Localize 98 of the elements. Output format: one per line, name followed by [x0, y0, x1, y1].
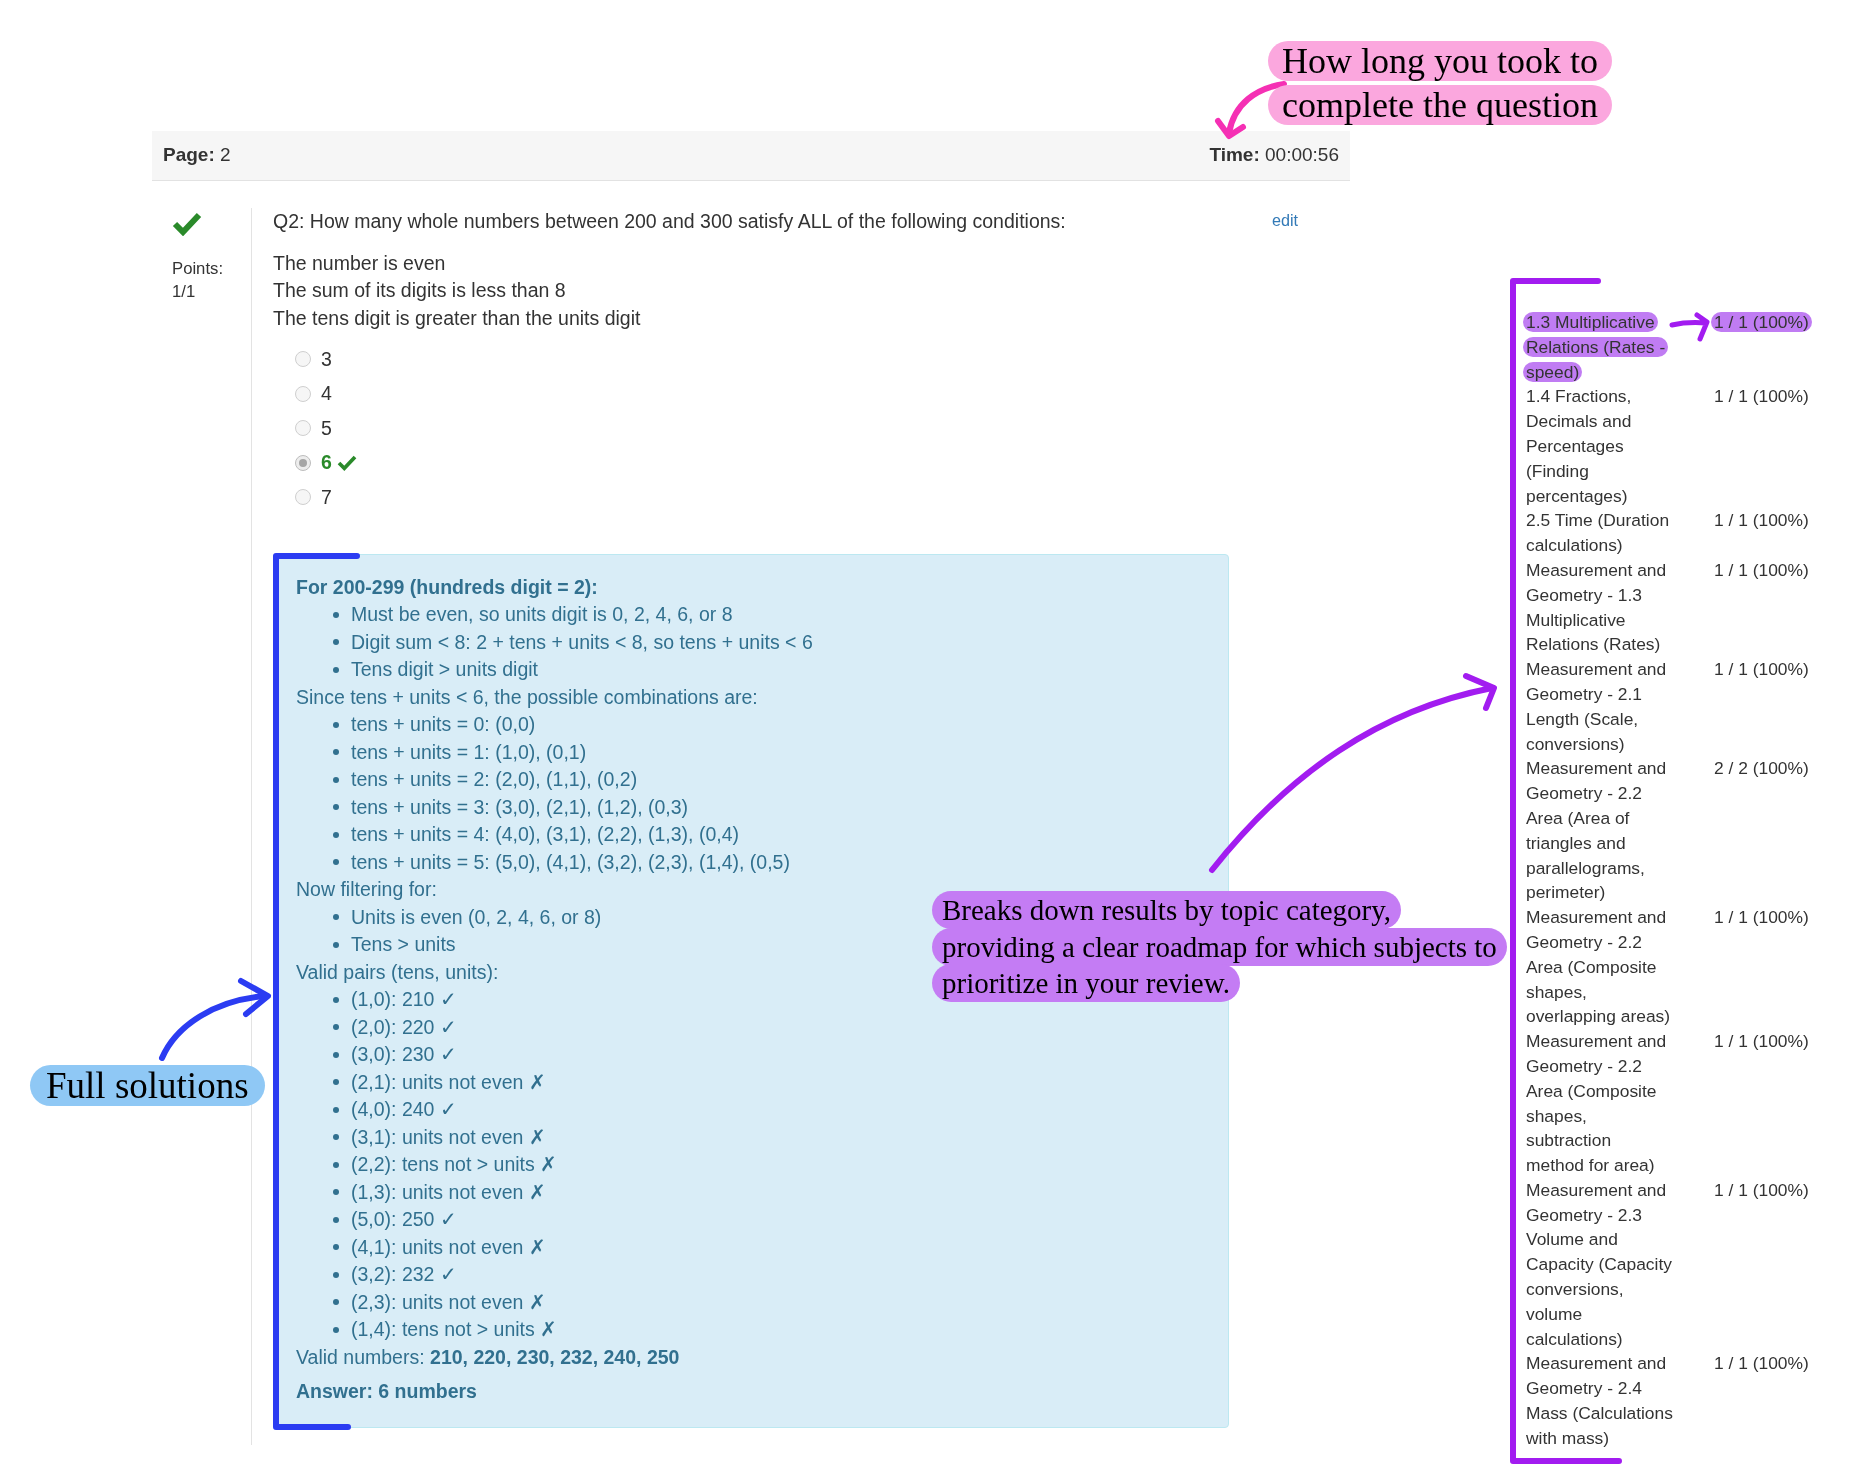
solution-step: tens + units = 4: (4,0), (3,1), (2,2), (1,3), (0,4)	[351, 821, 739, 849]
solution-answer: Answer: 6 numbers	[296, 1378, 477, 1404]
topic-name: 1.4 Fractions, Decimals and Percentages (Finding percentages)	[1525, 385, 1633, 508]
bullet-icon	[333, 1051, 339, 1058]
solution-step: tens + units = 1: (1,0), (0,1)	[351, 738, 587, 766]
bullet-icon	[333, 1326, 339, 1333]
annotation-note: How long you took to complete the question	[1268, 40, 1612, 127]
condition-text: The tens digit is greater than the units digit	[273, 305, 641, 331]
bullet-icon	[333, 941, 339, 948]
question-title: Q2: How many whole numbers between 200 and 300 satisfy ALL of the following conditions:	[273, 209, 1066, 234]
bullet-icon	[333, 1244, 339, 1251]
solution-step: tens + units = 5: (5,0), (4,1), (3,2), (2,3), (1,4), (0,5)	[351, 848, 790, 876]
solution-step: (3,0): 230 ✓	[351, 1041, 457, 1069]
bullet-icon	[333, 776, 339, 783]
bullet-icon	[333, 1134, 339, 1141]
solution-step: Units is even (0, 2, 4, 6, or 8)	[351, 903, 602, 931]
topic-score: 1 / 1 (100%)	[1713, 510, 1810, 531]
solution-step: (2,2): tens not > units ✗	[351, 1151, 558, 1179]
bullet-icon	[333, 749, 339, 756]
bullet-icon	[333, 611, 339, 618]
option-label: 5	[321, 415, 332, 441]
topic-name: Measurement and Geometry - 2.3 Volume and Capacity (Capacity conversions, volume calculations)	[1525, 1178, 1673, 1351]
points-label: Points:	[172, 258, 224, 280]
bullet-icon	[333, 1161, 339, 1168]
topic-score: 1 / 1 (100%)	[1713, 659, 1810, 680]
topic-score: 1 / 1 (100%)	[1713, 386, 1810, 407]
topic-name: Measurement and Geometry - 2.2 Area (Area of triangles and parallelograms, perimeter)	[1525, 757, 1668, 905]
solution-step: Tens > units	[351, 931, 456, 959]
solution-step: Digit sum < 8: 2 + tens + units < 8, so tens + units < 6	[351, 628, 813, 656]
bullet-icon	[333, 914, 339, 921]
bullet-icon	[333, 1216, 339, 1223]
topic-score: 1 / 1 (100%)	[1713, 1031, 1810, 1052]
solution-text: Valid numbers: 210, 220, 230, 232, 240, 250	[296, 1344, 680, 1370]
bullet-icon	[333, 1024, 339, 1031]
solution-step: (4,1): units not even ✗	[351, 1233, 546, 1261]
topic-score: 1 / 1 (100%)	[1713, 559, 1810, 580]
solution-step: tens + units = 0: (0,0)	[351, 711, 536, 739]
solution-step: (2,0): 220 ✓	[351, 1013, 457, 1041]
topic-name: 1.3 Multiplicative Relations (Rates - speed)	[1523, 310, 1669, 385]
solution-step: (1,0): 210 ✓	[351, 986, 457, 1014]
solution-step: (1,4): tens not > units ✗	[351, 1316, 558, 1344]
radio-button[interactable]	[295, 454, 311, 471]
annotation-note: Full solutions	[30, 1064, 265, 1108]
solution-step: tens + units = 3: (3,0), (2,1), (1,2), (0,3)	[351, 793, 689, 821]
solution-text: Valid pairs (tens, units):	[296, 959, 499, 985]
radio-button[interactable]	[295, 420, 311, 437]
topic-name: 2.5 Time (Duration calculations)	[1525, 509, 1671, 558]
bullet-icon	[333, 639, 339, 646]
solution-step: tens + units = 2: (2,0), (1,1), (0,2)	[351, 766, 638, 794]
bullet-icon	[333, 1189, 339, 1196]
solution-text: Since tens + units < 6, the possible combinations are:	[296, 684, 758, 710]
topic-score: 1 / 1 (100%)	[1713, 907, 1810, 928]
option-label: 3	[321, 346, 332, 372]
topic-name: Measurement and Geometry - 2.4 Mass (Calculations with mass)	[1525, 1352, 1674, 1450]
solution-heading: For 200-299 (hundreds digit = 2):	[296, 574, 598, 600]
bullet-icon	[333, 831, 339, 838]
topic-score: 1 / 1 (100%)	[1713, 1179, 1810, 1200]
points-value: 1/1	[172, 281, 196, 303]
condition-text: The number is even	[273, 250, 446, 276]
solution-step: (2,1): units not even ✗	[351, 1068, 546, 1096]
topic-score: 2 / 2 (100%)	[1713, 758, 1810, 779]
topic-score: 1 / 1 (100%)	[1713, 1353, 1810, 1374]
time-indicator: Time: 00:00:56	[1209, 143, 1339, 168]
bullet-icon	[333, 1106, 339, 1113]
check-icon	[336, 454, 357, 471]
topic-name: Measurement and Geometry - 1.3 Multiplicative Relations (Rates)	[1525, 558, 1668, 657]
bullet-icon	[333, 996, 339, 1003]
solution-step: (1,3): units not even ✗	[351, 1178, 546, 1206]
topic-score: 1 / 1 (100%)	[1711, 312, 1812, 332]
solution-step: Must be even, so units digit is 0, 2, 4, 6, or 8	[351, 601, 733, 629]
solution-step: (3,2): 232 ✓	[351, 1261, 457, 1289]
bullet-icon	[333, 666, 339, 673]
topic-name: Measurement and Geometry - 2.1 Length (Scale, conversions)	[1525, 658, 1668, 756]
option-label: 6	[321, 450, 332, 476]
edit-link[interactable]: edit	[1271, 208, 1298, 232]
option-label: 7	[321, 484, 332, 510]
bullet-icon	[333, 1079, 339, 1086]
topic-name: Measurement and Geometry - 2.2 Area (Composite shapes, overlapping areas)	[1525, 906, 1672, 1029]
page-indicator: Page: 2	[163, 143, 231, 168]
solution-text: Now filtering for:	[296, 877, 437, 902]
condition-text: The sum of its digits is less than 8	[273, 278, 566, 303]
bullet-icon	[333, 721, 339, 728]
solution-step: (4,0): 240 ✓	[351, 1096, 457, 1124]
option-label: 4	[321, 381, 332, 407]
solution-step: (5,0): 250 ✓	[351, 1206, 457, 1234]
solution-step: (2,3): units not even ✗	[351, 1288, 546, 1316]
annotation-note: Breaks down results by topic category, providing a clear roadmap for which subjects to prioritize in your review.	[932, 890, 1507, 1004]
arrow-icon	[1669, 312, 1711, 342]
bullet-icon	[333, 1299, 339, 1306]
radio-button[interactable]	[295, 385, 311, 402]
bullet-icon	[333, 804, 339, 811]
radio-button[interactable]	[295, 489, 311, 506]
topic-name: Measurement and Geometry - 2.2 Area (Composite shapes, subtraction method for area)	[1525, 1030, 1668, 1178]
solution-step: (3,1): units not even ✗	[351, 1123, 546, 1151]
solution-step: Tens digit > units digit	[351, 656, 538, 684]
bullet-icon	[333, 859, 339, 866]
radio-button[interactable]	[295, 351, 311, 368]
bullet-icon	[333, 1271, 339, 1278]
